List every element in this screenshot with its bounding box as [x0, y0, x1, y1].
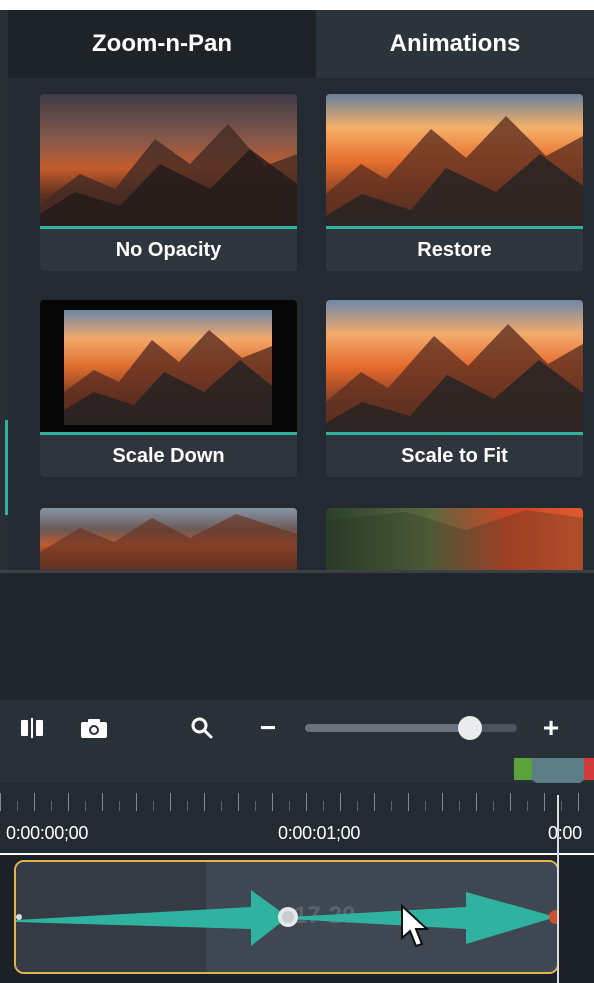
ruler-tick [408, 793, 409, 811]
ruler-tick [238, 793, 239, 811]
animation-thumbnail [40, 300, 297, 435]
ruler-tick [493, 801, 494, 811]
mountain-icon [40, 94, 297, 229]
panel-tabs: Zoom-n-Pan Animations [8, 10, 594, 78]
animation-label: No Opacity [40, 229, 297, 271]
animation-thumbnail [40, 94, 297, 229]
animation-arrow[interactable] [16, 862, 559, 974]
ruler-tick [85, 801, 86, 811]
animation-card-scale-down[interactable]: Scale Down [40, 300, 297, 477]
animation-card-restore[interactable]: Restore [326, 94, 583, 271]
ruler-tick [306, 793, 307, 811]
mountain-icon [326, 300, 583, 435]
zoom-out-button[interactable]: − [248, 708, 288, 748]
ruler-tick [119, 801, 120, 811]
accent-line [40, 432, 297, 435]
timeline-clip[interactable]: -17-20... [14, 860, 559, 974]
animation-label: Scale to Fit [326, 435, 583, 477]
accent-line [326, 226, 583, 229]
ruler-tick [221, 801, 222, 811]
animation-thumbnail [326, 94, 583, 229]
ruler-tick [527, 801, 528, 811]
timeline-top-bar [0, 755, 594, 783]
zoom-search-button[interactable] [182, 700, 222, 755]
ruler-tick [510, 793, 511, 811]
ruler-tick [459, 801, 460, 811]
ruler-tick [187, 801, 188, 811]
zoom-slider-thumb[interactable] [458, 716, 483, 740]
tab-zoom-n-pan[interactable]: Zoom-n-Pan [8, 10, 316, 78]
animation-card-partial-left[interactable] [40, 508, 297, 570]
ruler-tick [357, 801, 358, 811]
tab-animations[interactable]: Animations [316, 10, 594, 78]
mouse-cursor-icon [401, 904, 430, 948]
time-label-one-second: 0:00:01;00 [278, 823, 361, 843]
ruler-ticks [0, 783, 594, 811]
animation-card-scale-to-fit[interactable]: Scale to Fit [326, 300, 583, 477]
search-icon [191, 717, 213, 738]
animation-card-no-opacity[interactable]: No Opacity [40, 94, 297, 271]
animations-panel: Zoom-n-Pan Animations No Opacity Restore… [8, 10, 594, 570]
playhead-line [557, 795, 559, 983]
ruler-tick [255, 801, 256, 811]
ruler-tick [272, 793, 273, 811]
time-label-start: 0:00:00;00 [6, 823, 89, 843]
ruler-tick [51, 801, 52, 811]
zoom-in-button[interactable]: + [531, 708, 571, 748]
ruler-tick [102, 793, 103, 811]
ruler-tick [340, 793, 341, 811]
app-window: Zoom-n-Pan Animations No Opacity Restore… [0, 0, 594, 983]
ruler-tick [170, 793, 171, 811]
ruler-tick [204, 793, 205, 811]
ruler-tick [578, 793, 579, 811]
accent-line [326, 432, 583, 435]
animation-thumbnail [326, 508, 583, 570]
accent-line [40, 226, 297, 229]
ruler-tick [544, 793, 545, 811]
animation-thumbnail [326, 300, 583, 435]
snapshot-button[interactable] [70, 700, 118, 755]
animation-grid: No Opacity Restore Scale Down Scale to F… [8, 78, 594, 570]
zoom-slider-fill [305, 724, 471, 732]
ruler-tick [323, 801, 324, 811]
animation-label: Restore [326, 229, 583, 271]
ruler-tick [0, 793, 1, 811]
time-label-partial: 0:00 [548, 823, 582, 843]
ruler-tick [68, 793, 69, 811]
ruler-tick [425, 801, 426, 811]
timeline-toolbar: − + [0, 700, 594, 755]
forest-icon [326, 508, 583, 570]
timeline-ruler: 0:00:00;00 0:00:01;00 0:00 [0, 783, 594, 853]
ruler-tick [17, 801, 18, 811]
ruler-tick [476, 793, 477, 811]
mountain-icon [40, 508, 297, 570]
ruler-tick [289, 801, 290, 811]
animation-card-partial-right[interactable] [326, 508, 583, 570]
split-button[interactable] [10, 700, 54, 755]
ruler-tick [153, 801, 154, 811]
ruler-tick [136, 793, 137, 811]
split-icon [21, 717, 43, 738]
empty-area [0, 570, 594, 700]
in-marker[interactable] [514, 758, 532, 780]
ruler-tick [34, 793, 35, 811]
animation-label: Scale Down [40, 435, 297, 477]
panel-divider [0, 570, 594, 573]
ruler-tick [442, 793, 443, 811]
zoom-slider[interactable] [305, 716, 517, 740]
scaled-image [64, 310, 272, 425]
camera-icon [81, 718, 107, 738]
ruler-tick [391, 801, 392, 811]
ruler-tick [561, 801, 562, 811]
mountain-icon [326, 94, 583, 229]
ruler-tick [374, 793, 375, 811]
animation-thumbnail [40, 508, 297, 570]
